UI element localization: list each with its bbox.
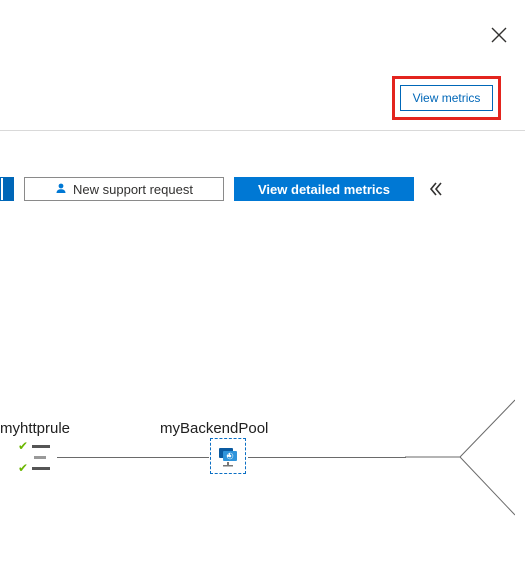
server-icon — [217, 445, 239, 467]
diagram-connector — [248, 457, 406, 458]
rule-icon[interactable]: ✔ ✔ — [18, 442, 50, 475]
toolbar: New support request View detailed metric… — [0, 177, 525, 201]
view-metrics-button[interactable]: View metrics — [400, 85, 494, 111]
close-button[interactable] — [486, 22, 512, 48]
header-divider — [0, 130, 525, 131]
view-detailed-metrics-button[interactable]: View detailed metrics — [234, 177, 414, 201]
person-icon — [55, 182, 67, 197]
diagram-connector — [57, 457, 209, 458]
collapse-button[interactable] — [428, 181, 444, 197]
check-icon: ✔ — [18, 440, 28, 452]
new-support-request-button[interactable]: New support request — [24, 177, 224, 201]
diagram-branch — [405, 395, 515, 520]
diagram-rule-label: myhttprule — [0, 420, 70, 437]
close-icon — [491, 27, 507, 43]
chevron-double-left-icon — [428, 181, 444, 197]
diagram-pool-label: myBackendPool — [160, 420, 268, 437]
toolbar-partial-button[interactable] — [0, 177, 14, 201]
check-icon: ✔ — [18, 462, 28, 474]
backend-pool-node[interactable] — [210, 438, 246, 474]
new-support-request-label: New support request — [73, 182, 193, 197]
view-metrics-highlight: View metrics — [392, 76, 501, 120]
